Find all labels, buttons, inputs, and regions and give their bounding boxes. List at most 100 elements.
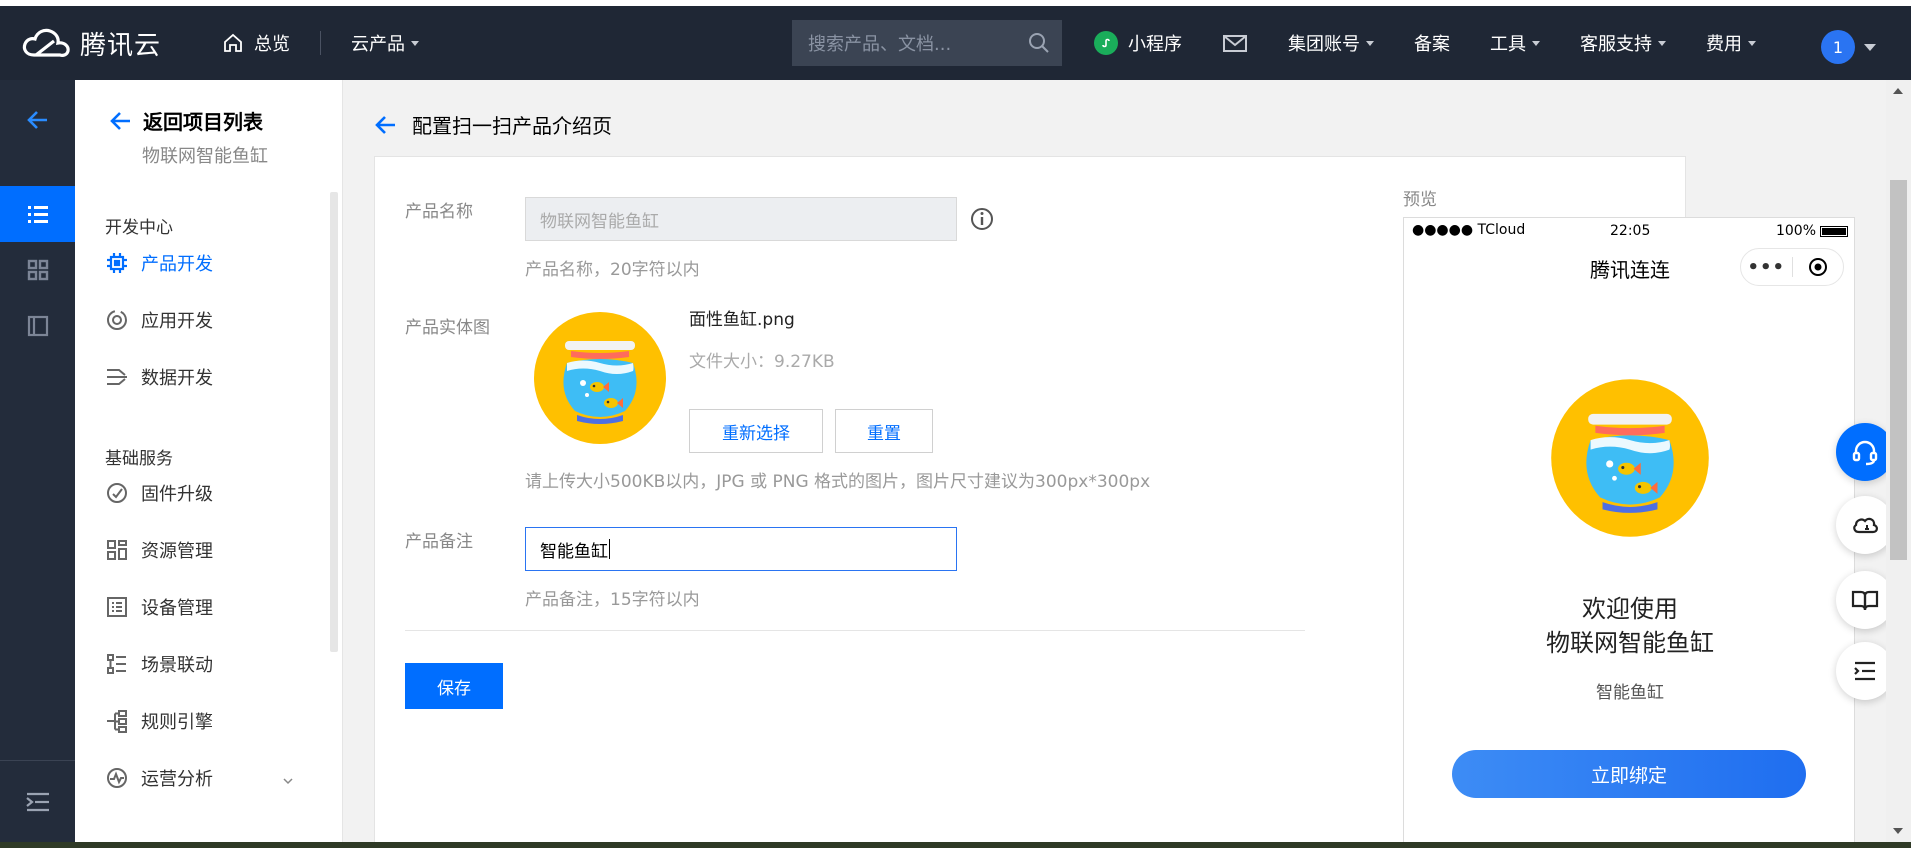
sidebar-item-label: 规则引擎 (141, 712, 213, 733)
search-icon[interactable] (1028, 32, 1050, 54)
sidebar-item-label: 数据开发 (141, 368, 213, 389)
sidebar-item-scenes[interactable]: 场景联动 (105, 651, 213, 677)
chevron-down-icon[interactable] (283, 776, 293, 786)
avatar[interactable]: 1 (1821, 30, 1855, 64)
scroll-thumb[interactable] (1890, 180, 1907, 560)
reselect-button[interactable]: 重新选择 (689, 409, 823, 453)
cloud-bell-icon (1853, 517, 1878, 534)
welcome-text: 欢迎使用 物联网智能鱼缸 (1404, 592, 1854, 660)
product-note-input[interactable]: 智能鱼缸 (525, 527, 957, 571)
sidebar-item-label: 产品开发 (141, 254, 213, 275)
rule-engine-icon (105, 709, 129, 733)
more-dots-icon: ••• (1747, 256, 1786, 278)
sidebar-item-label: 场景联动 (141, 655, 213, 676)
back-to-projects[interactable]: 返回项目列表 (109, 106, 263, 135)
rail-collapse-button[interactable] (0, 774, 75, 830)
clock: 22:05 (1610, 223, 1651, 239)
bottom-strip (0, 842, 1911, 848)
product-image-label: 产品实体图 (405, 318, 490, 338)
page-title-text: 配置扫一扫产品介绍页 (412, 114, 612, 138)
product-name-label: 产品名称 (405, 202, 473, 222)
product-name-value: 物联网智能鱼缸 (540, 211, 659, 232)
file-name: 面性鱼缸.png (689, 310, 795, 330)
rail-back-button[interactable] (0, 80, 75, 160)
sidebar-item-firmware[interactable]: 固件升级 (105, 480, 213, 506)
nav-group-account-label: 集团账号 (1288, 34, 1360, 55)
reset-button[interactable]: 重置 (835, 409, 933, 453)
battery-percent: 100% (1775, 223, 1816, 239)
image-hint: 请上传大小500KB以内，JPG 或 PNG 格式的图片，图片尺寸建议为300p… (525, 472, 1151, 492)
nav-cloud-products[interactable]: 云产品 (351, 30, 419, 56)
rail-item-grid[interactable] (0, 242, 75, 298)
sidebar-item-label: 资源管理 (141, 541, 213, 562)
chip-icon (105, 251, 129, 275)
outline-list-icon (1854, 661, 1875, 681)
sidebar-item-rules[interactable]: 规则引擎 (105, 708, 213, 734)
nav-home[interactable]: 总览 (222, 30, 290, 56)
carrier: ●●●●● TCloud (1412, 222, 1526, 238)
grid-icon (27, 259, 48, 281)
arrow-left-icon (110, 111, 130, 130)
sidebar-item-product-dev[interactable]: 产品开发 (105, 250, 213, 276)
app-circle-icon (105, 308, 129, 332)
status-bar: ●●●●● TCloud 22:05 100% (1404, 218, 1854, 242)
sidebar-item-analytics[interactable]: 运营分析 (105, 765, 213, 791)
product-name-hint: 产品名称，20字符以内 (525, 260, 700, 280)
arrow-left-icon[interactable] (374, 113, 398, 137)
main-content: 配置扫一扫产品介绍页 产品名称 物联网智能鱼缸 产品名称，20字符以内 产品实体… (344, 80, 1911, 848)
list-icon (27, 206, 48, 223)
page-title: 配置扫一扫产品介绍页 (374, 110, 612, 139)
phone-preview: ●●●●● TCloud 22:05 100% 腾讯连连 ••• 欢迎使用 物联… (1403, 217, 1855, 848)
bind-now-button[interactable]: 立即绑定 (1452, 750, 1806, 798)
group-title-dev: 开发中心 (105, 218, 173, 238)
sidebar-item-data-dev[interactable]: 数据开发 (105, 364, 213, 390)
top-nav: 腾讯云 总览 云产品 搜索产品、文档... 小程序 集团账号 备案 工具 客服支… (0, 6, 1911, 80)
save-button[interactable]: 保存 (405, 663, 503, 709)
sidebar-scrollbar[interactable] (330, 192, 338, 652)
nav-miniprogram[interactable]: 小程序 (1094, 30, 1182, 56)
device-list-icon (105, 595, 129, 619)
page-scrollbar[interactable] (1886, 80, 1911, 848)
search-input[interactable]: 搜索产品、文档... (792, 20, 1062, 66)
nav-support[interactable]: 客服支持 (1580, 30, 1666, 56)
logo[interactable]: 腾讯云 (20, 25, 170, 62)
project-name: 物联网智能鱼缸 (142, 146, 268, 167)
brand-name: 腾讯云 (80, 30, 162, 61)
nav-mail[interactable] (1222, 33, 1248, 53)
product-name-field: 物联网智能鱼缸 (525, 197, 957, 241)
scroll-down-arrow[interactable] (1893, 828, 1903, 834)
fish-bowl-image (534, 312, 666, 444)
fish-bowl-preview-image (1551, 379, 1709, 537)
nav-group-account[interactable]: 集团账号 (1288, 30, 1374, 56)
rail-item-doc[interactable] (0, 298, 75, 354)
info-icon[interactable] (970, 207, 994, 231)
product-note-value: 智能鱼缸 (540, 541, 608, 562)
group-title-basic: 基础服务 (105, 449, 173, 469)
analytics-icon (105, 766, 129, 790)
chevron-down-icon (1658, 40, 1666, 46)
nav-tools[interactable]: 工具 (1490, 30, 1540, 56)
cloud-logo-icon (22, 28, 70, 57)
preview-label: 预览 (1403, 190, 1437, 210)
chevron-down-icon[interactable] (1864, 44, 1876, 51)
nav-support-label: 客服支持 (1580, 34, 1652, 55)
nav-filing[interactable]: 备案 (1414, 30, 1450, 56)
sidebar-item-devices[interactable]: 设备管理 (105, 594, 213, 620)
sidebar-item-resources[interactable]: 资源管理 (105, 537, 213, 563)
nav-home-label: 总览 (254, 34, 290, 55)
scene-link-icon (105, 652, 129, 676)
scroll-up-arrow[interactable] (1893, 88, 1903, 94)
sidebar-item-app-dev[interactable]: 应用开发 (105, 307, 213, 333)
chevron-down-icon (1748, 40, 1756, 46)
rail-item-list[interactable] (0, 186, 75, 242)
close-target-icon (1792, 257, 1843, 277)
back-label: 返回项目列表 (143, 110, 263, 134)
nav-billing[interactable]: 费用 (1706, 30, 1756, 56)
icon-rail (0, 80, 75, 848)
chevron-down-icon (1366, 40, 1374, 46)
config-card: 产品名称 物联网智能鱼缸 产品名称，20字符以内 产品实体图 面性鱼缸.png … (374, 156, 1855, 848)
chevron-down-icon (1532, 40, 1540, 46)
rail-divider (0, 760, 75, 761)
collapse-menu-icon (25, 792, 49, 812)
file-size: 文件大小：9.27KB (689, 352, 835, 372)
